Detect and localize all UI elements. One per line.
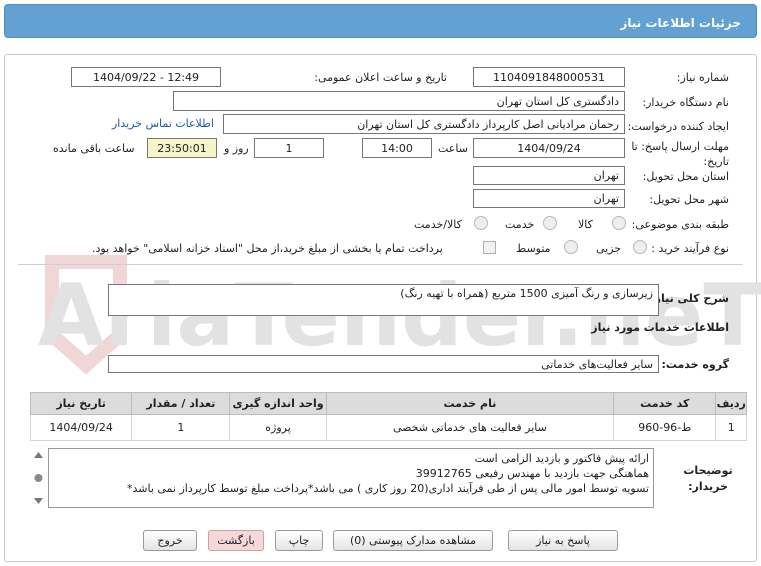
buyer-org-field: دادگستری کل استان تهران (173, 91, 625, 111)
category-goods-label: کالا (578, 218, 593, 231)
treasury-payment-note: پرداخت تمام یا بخشی از مبلغ خرید،از محل … (92, 242, 443, 255)
process-medium-radio[interactable] (564, 240, 578, 254)
need-number-label: شماره نیاز: (676, 71, 729, 84)
category-service-label: خدمت (505, 218, 535, 231)
province-field: تهران (473, 166, 625, 185)
buyer-notes-line: تسویه توسط امور مالی پس از طی فرآیند ادا… (126, 482, 649, 495)
category-goods-service-radio[interactable] (474, 216, 488, 230)
col-service-code: کد خدمت (613, 392, 717, 415)
cell-service-name: سایر فعالیت های خدماتی شخصی (325, 414, 615, 441)
description-field: زیرسازی و رنگ آمیزی 1500 متربع (همراه با… (108, 284, 659, 316)
remaining-time-field: 23:50:01 (147, 138, 217, 158)
process-minor-label: جزیی (596, 242, 622, 255)
category-service-radio[interactable] (543, 216, 557, 230)
days-label: روز و (224, 142, 249, 155)
view-attachments-button[interactable]: مشاهده مدارک پیوستی (0) (333, 530, 493, 551)
scroll-down-icon[interactable] (34, 498, 43, 504)
notes-scrollbar[interactable] (30, 448, 47, 508)
services-section-title: اطلاعات خدمات مورد نیاز (591, 321, 729, 334)
scroll-up-icon[interactable] (34, 452, 43, 458)
reply-button[interactable]: پاسخ به نیاز (508, 530, 618, 551)
buyer-org-label: نام دستگاه خریدار: (642, 96, 729, 109)
buyer-notes-label: توضیحات خریدار: (683, 464, 733, 493)
city-field: تهران (473, 189, 625, 208)
cell-need-date: 1404/09/24 (29, 414, 133, 441)
table-header-row: ردیف کد خدمت نام خدمت واحد اندازه گیری ت… (29, 392, 747, 415)
cell-unit: پروژه (229, 414, 327, 441)
treasury-payment-checkbox[interactable] (483, 241, 496, 254)
process-medium-label: متوسط (516, 242, 551, 255)
scroll-thumb-icon[interactable] (34, 474, 43, 482)
city-label: شهر محل تحویل: (649, 193, 729, 206)
col-quantity: تعداد / مقدار (131, 392, 231, 415)
page-title: جزئیات اطلاعات نیاز (620, 16, 741, 30)
requester-label: ایجاد کننده درخواست: (627, 120, 729, 133)
announce-date-label: تاریخ و ساعت اعلان عمومی: (314, 71, 447, 84)
process-minor-radio[interactable] (633, 240, 647, 254)
description-label: شرح کلی نیاز: (650, 292, 729, 305)
category-goods-radio[interactable] (612, 216, 626, 230)
services-table: ردیف کد خدمت نام خدمت واحد اندازه گیری ت… (29, 392, 747, 441)
col-service-name: نام خدمت (325, 392, 615, 415)
deadline-time-field: 14:00 (362, 138, 432, 158)
service-group-label: گروه خدمت: (661, 358, 729, 371)
requester-field: رحمان مرادیانی اصل کارپرداز دادگستری کل … (223, 114, 625, 134)
cell-quantity: 1 (131, 414, 231, 441)
buyer-notes-line: ارائه پیش فاکتور و بازدید الزامی است (474, 452, 649, 465)
cell-row-number: 1 (715, 414, 747, 441)
deadline-label: مهلت ارسال پاسخ: تا تاریخ: (631, 140, 729, 168)
process-type-label: نوع فرآیند خرید : (651, 242, 729, 255)
table-row: 1 ط-96-960 سایر فعالیت های خدماتی شخصی پ… (29, 414, 747, 441)
col-row-number: ردیف (715, 392, 747, 415)
need-number-field: 1104091848000531 (473, 67, 625, 87)
back-button[interactable]: بازگشت (208, 530, 264, 551)
buyer-notes-line: هماهنگی جهت بازدید با مهندس رفیعی 399127… (415, 467, 649, 480)
service-group-field: سایر فعالیت‌های خدماتی (108, 355, 659, 373)
category-label: طبقه بندی موضوعی: (631, 218, 729, 231)
deadline-time-label: ساعت (438, 142, 468, 155)
contact-info-link[interactable]: اطلاعات تماس خریدار (112, 117, 214, 130)
col-need-date: تاریخ نیاز (29, 392, 133, 415)
col-unit: واحد اندازه گیری (229, 392, 327, 415)
exit-button[interactable]: خروج (143, 530, 197, 551)
days-remaining-field: 1 (254, 138, 324, 158)
remaining-time-label: ساعت باقی مانده (53, 142, 135, 155)
deadline-date-field: 1404/09/24 (473, 138, 625, 158)
cell-service-code: ط-96-960 (613, 414, 717, 441)
province-label: استان محل تحویل: (642, 170, 729, 183)
divider (18, 264, 743, 265)
category-goods-service-label: کالا/خدمت (414, 218, 462, 231)
announce-date-field: 1404/09/22 - 12:49 (71, 67, 221, 87)
buyer-notes-field: ارائه پیش فاکتور و بازدید الزامی است هما… (48, 448, 654, 508)
print-button[interactable]: چاپ (275, 530, 323, 551)
